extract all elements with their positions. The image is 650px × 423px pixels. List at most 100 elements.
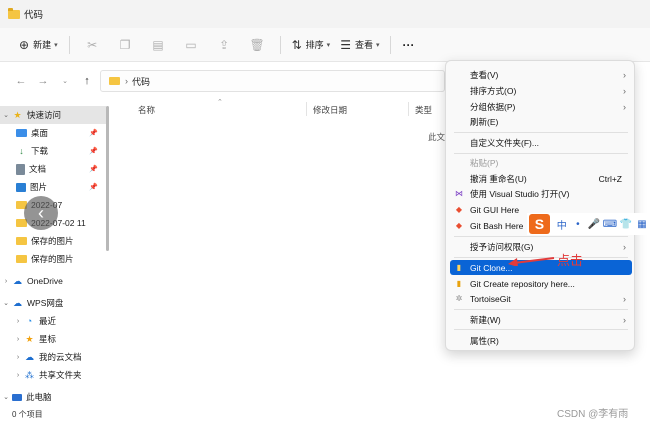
skin-icon[interactable]: 👕 (618, 219, 634, 230)
menu-item-undo[interactable]: 撤消 重命名(U) Ctrl+Z (450, 171, 632, 186)
column-header-date[interactable]: 修改日期 (313, 104, 347, 116)
column-divider[interactable] (306, 102, 307, 116)
command-bar: ⊕ 新建 ▾ ✂ ❐ ▤ ▭ ⇪ 🗑 ⇅ 排序 ▾ ☰ 查看 ▾ ··· (0, 28, 650, 62)
rename-icon[interactable]: ▭ (175, 33, 208, 57)
git-icon: ◆ (455, 205, 463, 214)
menu-item-label: 分组依据(P) (470, 101, 516, 112)
chevron-down-icon[interactable]: ⌄ (0, 111, 12, 119)
folder-icon (109, 77, 120, 85)
menu-item-new[interactable]: 新建(W) › (450, 312, 632, 327)
delete-icon[interactable]: 🗑 (241, 33, 274, 57)
chevron-right-icon[interactable]: › (0, 278, 12, 285)
status-item-count: 0 个项目 (12, 410, 43, 419)
sidebar-item-label: 桌面 (31, 128, 49, 138)
menu-item-git-create-repo[interactable]: ▮ Git Create repository here... (450, 276, 632, 291)
sidebar-item-folder[interactable]: 保存的图片 (0, 232, 106, 250)
chevron-right-icon[interactable]: › (12, 354, 24, 361)
menu-item-customize[interactable]: 自定义文件夹(F)... (450, 135, 632, 150)
chevron-down-icon[interactable]: ⌄ (0, 393, 12, 401)
toolbox-icon[interactable]: ▦ (634, 219, 650, 230)
annotation-label: 点击 (557, 253, 584, 268)
chevron-down-icon[interactable]: ⌄ (0, 299, 12, 307)
forward-arrow-icon[interactable]: → (32, 75, 54, 87)
microphone-icon[interactable]: 🎤 (586, 219, 602, 230)
menu-item-tortoisegit[interactable]: ✲ TortoiseGit › (450, 291, 632, 306)
menu-item-label: 新建(W) (470, 314, 501, 325)
cut-icon[interactable]: ✂ (76, 33, 109, 57)
sidebar-item-onedrive[interactable]: › ☁ OneDrive (0, 272, 106, 290)
menu-item-properties[interactable]: 属性(R) (450, 333, 632, 348)
menu-separator (454, 309, 628, 310)
paste-icon[interactable]: ▤ (142, 33, 175, 57)
empty-folder-message: 此文 (428, 132, 446, 142)
sogou-logo[interactable]: S (529, 214, 550, 234)
new-button[interactable]: ⊕ 新建 ▾ (14, 33, 63, 57)
menu-item-sort[interactable]: 排序方式(O) › (450, 83, 632, 98)
sidebar-item-label: 图片 (30, 182, 48, 192)
chevron-down-icon: ▾ (375, 41, 380, 49)
chevron-right-icon[interactable]: › (12, 372, 24, 379)
chevron-right-icon[interactable]: › (12, 318, 24, 325)
menu-separator (454, 329, 628, 330)
column-divider[interactable] (408, 102, 409, 116)
back-arrow-icon[interactable]: ← (10, 75, 32, 87)
git-icon: ◆ (455, 221, 463, 230)
sidebar-item-folder[interactable]: 保存的图片 (0, 250, 106, 268)
breadcrumb-current[interactable]: 代码 (132, 75, 150, 88)
plus-circle-icon: ⊕ (19, 37, 30, 52)
chevron-right-icon: › (623, 314, 626, 325)
menu-item-group[interactable]: 分组依据(P) › (450, 99, 632, 114)
sidebar-item-pictures[interactable]: 图片 📌 (0, 178, 106, 196)
sidebar-item-shared[interactable]: › ⁂ 共享文件夹 (0, 366, 106, 384)
sidebar-item-this-pc[interactable]: ⌄ 此电脑 (0, 388, 106, 406)
sidebar-item-recent[interactable]: › ◔ 最近 (0, 312, 106, 330)
title-bar: 代码 (0, 0, 650, 28)
back-overlay-icon[interactable]: ‹ (24, 196, 58, 230)
punctuation-icon[interactable]: • (570, 219, 586, 230)
menu-item-label: Git GUI Here (470, 204, 520, 215)
keyboard-icon[interactable]: ⌨ (602, 219, 618, 230)
cloud-doc-icon: ☁ (25, 351, 34, 362)
view-icon: ☰ (340, 37, 351, 52)
annotation-arrow (508, 257, 555, 266)
folder-icon (16, 237, 27, 245)
copy-icon[interactable]: ❐ (109, 33, 142, 57)
sidebar-item-documents[interactable]: 文档 📌 (0, 160, 106, 178)
chevron-right-icon[interactable]: › (12, 336, 24, 343)
pin-icon: 📌 (89, 148, 98, 155)
column-header-name[interactable]: 名称 (138, 104, 155, 116)
menu-item-label: 属性(R) (470, 335, 499, 346)
sidebar-scrollbar[interactable] (106, 106, 109, 251)
pin-icon: 📌 (89, 130, 98, 137)
more-button[interactable]: ··· (397, 33, 419, 57)
menu-item-open-visual-studio[interactable]: ⋈ 使用 Visual Studio 打开(V) (450, 186, 632, 201)
chevron-down-icon: ▾ (326, 41, 331, 49)
view-button[interactable]: ☰ 查看 ▾ (335, 33, 384, 57)
sidebar-item-wps[interactable]: ⌄ ☁ WPS网盘 (0, 294, 106, 312)
sidebar-item-quick-access[interactable]: ⌄ ★ 快速访问 (0, 106, 106, 124)
view-button-label: 查看 (354, 40, 373, 50)
sidebar-item-downloads[interactable]: ↓ 下载 📌 (0, 142, 106, 160)
sidebar-item-label: 保存的图片 (31, 236, 74, 246)
sort-icon: ⇅ (291, 37, 302, 52)
ime-language-toggle[interactable]: 中 (554, 217, 570, 232)
menu-item-refresh[interactable]: 刷新(E) (450, 114, 632, 129)
sidebar-item-desktop[interactable]: 桌面 📌 (0, 124, 106, 142)
sort-button[interactable]: ⇅ 排序 ▾ (287, 33, 336, 57)
recent-dropdown-icon[interactable]: ⌄ (54, 77, 76, 85)
menu-item-label: TortoiseGit (470, 293, 511, 304)
share-icon[interactable]: ⇪ (208, 33, 241, 57)
sidebar-item-label: 最近 (39, 316, 57, 326)
sidebar-item-label: 保存的图片 (31, 254, 74, 264)
menu-item-paste[interactable]: 粘贴(P) (450, 155, 632, 170)
cloud-icon: ☁ (13, 297, 22, 308)
up-arrow-icon[interactable]: ↑ (76, 75, 98, 87)
sidebar-item-cloud-docs[interactable]: › ☁ 我的云文档 (0, 348, 106, 366)
menu-separator (454, 236, 628, 237)
address-bar[interactable]: › 代码 (100, 70, 445, 92)
menu-item-label: 排序方式(O) (470, 85, 517, 96)
menu-item-view[interactable]: 查看(V) › (450, 67, 632, 82)
column-header-type[interactable]: 类型 (415, 104, 432, 116)
sidebar-item-label: 下载 (31, 146, 49, 156)
sidebar-item-starred[interactable]: › ★ 星标 (0, 330, 106, 348)
